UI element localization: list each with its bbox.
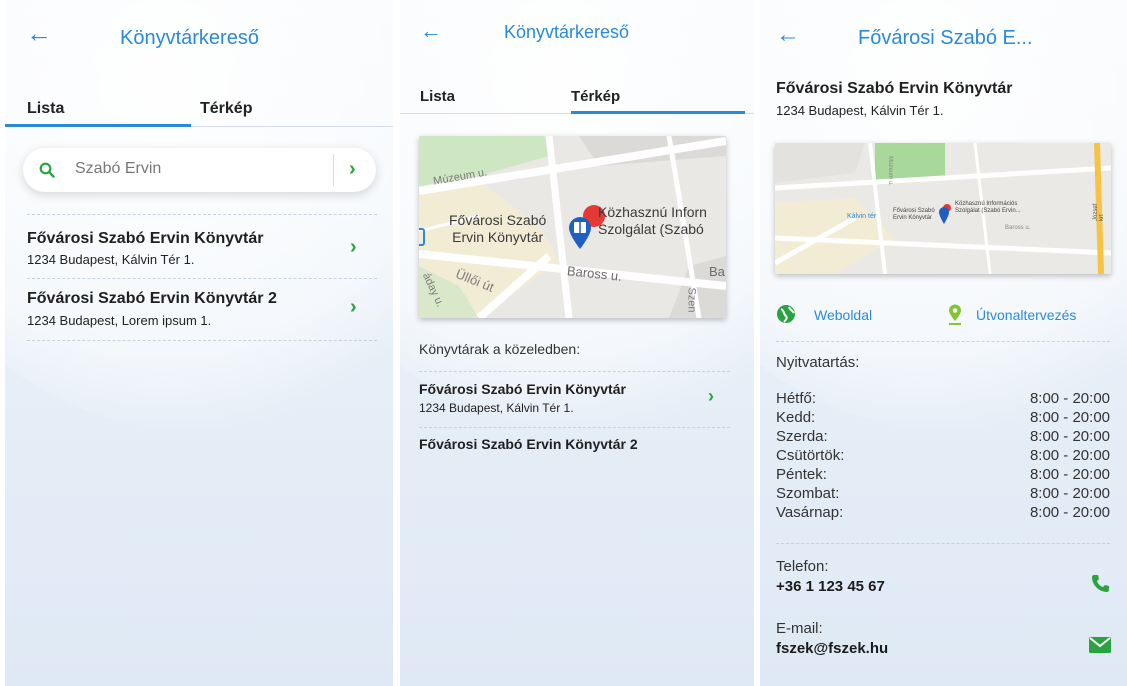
tab-terkep[interactable]: Térkép: [571, 88, 620, 105]
library-address: 1234 Budapest, Kálvin Tér 1.: [419, 401, 574, 415]
library-address: 1234 Budapest, Kálvin Tér 1.: [776, 103, 944, 118]
email-label: E-mail:: [776, 620, 823, 637]
map-info-label: Közhasznú Inforn Szolgálat (Szabó: [598, 204, 707, 237]
map-street-label: Szen: [685, 287, 698, 313]
website-label: Weboldal: [814, 307, 873, 323]
nearby-heading: Könyvtárak a közeledben:: [419, 341, 581, 357]
divider: [27, 214, 377, 216]
map-library-label: Fővárosi Szabó Ervin Könyvtár: [893, 208, 935, 221]
map-view[interactable]: Múzeum u. Fővárosi Szabó Ervin Könyvtár K…: [419, 136, 726, 318]
search-separator: [333, 154, 334, 186]
tab-terkep[interactable]: Térkép: [200, 100, 252, 118]
mail-icon[interactable]: [1089, 637, 1111, 653]
search-bar: Szabó Ervin ›: [23, 148, 376, 192]
list-item[interactable]: Fővárosi Szabó Ervin Könyvtár 1234 Budap…: [27, 228, 377, 272]
email-value[interactable]: fszek@fszek.hu: [776, 640, 888, 657]
library-detail-screen: ← Fővárosi Szabó E... Fővárosi Szabó Erv…: [760, 0, 1127, 686]
map-street-label: Múzeum u.: [886, 156, 893, 186]
tab-lista[interactable]: Lista: [27, 100, 64, 118]
hours-row: Szombat: 8:00 - 20:00: [776, 485, 1110, 502]
list-item[interactable]: Fővárosi Szabó Ervin Könyvtár 2 1234 Bud…: [27, 288, 377, 332]
library-pin-icon: [569, 217, 591, 249]
list-item[interactable]: Fővárosi Szabó Ervin Könyvtár 2: [419, 434, 730, 456]
divider: [776, 543, 1110, 545]
opening-hours-list: Hétfő: 8:00 - 20:00 Kedd: 8:00 - 20:00 Sze…: [776, 390, 1110, 523]
map-screen: ← Könyvtárkereső Lista Térkép Múzeum u. …: [400, 0, 754, 686]
phone-label: Telefon:: [776, 558, 829, 575]
page-title: Könyvtárkereső: [504, 22, 630, 42]
divider: [27, 340, 377, 342]
hours-row: Hétfő: 8:00 - 20:00: [776, 390, 1110, 407]
phone-icon[interactable]: [1090, 573, 1110, 593]
search-input[interactable]: Szabó Ervin: [75, 160, 161, 178]
tab-indicator: [571, 111, 745, 114]
library-pin-icon: [939, 204, 951, 224]
metro-icon: [419, 228, 425, 246]
list-item[interactable]: Fővárosi Szabó Ervin Könyvtár 1234 Budap…: [419, 380, 730, 420]
route-label: Útvonaltervezés: [976, 307, 1077, 323]
hours-row: Péntek: 8:00 - 20:00: [776, 466, 1110, 483]
library-address: 1234 Budapest, Kálvin Tér 1.: [27, 252, 195, 267]
library-address: 1234 Budapest, Lorem ipsum 1.: [27, 313, 212, 328]
search-list-screen: ← Könyvtárkereső Lista Térkép Szabó Ervi…: [5, 0, 393, 686]
back-arrow-icon[interactable]: ←: [776, 22, 800, 48]
library-name: Fővárosi Szabó Ervin Könyvtár 2: [419, 436, 638, 452]
library-name: Fővárosi Szabó Ervin Könyvtár 2: [27, 290, 277, 307]
chevron-right-icon: ›: [350, 296, 357, 318]
map-street-label: József krt: [1093, 203, 1105, 221]
back-arrow-icon[interactable]: ←: [26, 20, 52, 46]
map-station-label: Kálvin tér: [847, 213, 877, 220]
page-title: Fővárosi Szabó E...: [858, 27, 1033, 49]
search-submit-button[interactable]: ›: [349, 158, 356, 181]
map-view[interactable]: Kálvin tér Fővárosi Szabó Ervin Könyvtár…: [775, 143, 1111, 274]
chevron-right-icon: ›: [708, 386, 714, 406]
tab-lista[interactable]: Lista: [420, 88, 455, 105]
hours-row: Szerda: 8:00 - 20:00: [776, 428, 1110, 445]
map-street-label: Baross u.: [1005, 225, 1031, 231]
page-title: Könyvtárkereső: [120, 27, 259, 49]
library-name: Fővárosi Szabó Ervin Könyvtár: [27, 230, 264, 247]
map-street-label: Ba: [709, 264, 725, 279]
library-name: Fővárosi Szabó Ervin Könyvtár: [776, 80, 1013, 97]
map-library-label: Fővárosi Szabó Ervin Könyvtár: [449, 212, 547, 245]
search-icon: [39, 162, 55, 178]
chevron-right-icon: ›: [350, 236, 357, 258]
route-planner-link[interactable]: Útvonaltervezés: [948, 304, 1108, 328]
hours-row: Vasárnap: 8:00 - 20:00: [776, 504, 1110, 521]
divider: [27, 278, 377, 280]
globe-icon: [777, 305, 795, 323]
divider: [419, 371, 730, 373]
phone-value[interactable]: +36 1 123 45 67: [776, 578, 885, 595]
location-pin-icon: [949, 304, 961, 325]
hours-row: Csütörtök: 8:00 - 20:00: [776, 447, 1110, 464]
divider: [419, 427, 730, 429]
hours-row: Kedd: 8:00 - 20:00: [776, 409, 1110, 426]
tab-indicator: [5, 124, 191, 127]
divider: [776, 341, 1110, 343]
map-info-label: Közhasznú Információs Szolgálat (Szabó E…: [955, 201, 1021, 214]
back-arrow-icon[interactable]: ←: [420, 18, 442, 44]
opening-hours-heading: Nyitvatartás:: [776, 354, 860, 371]
library-name: Fővárosi Szabó Ervin Könyvtár: [419, 381, 626, 397]
